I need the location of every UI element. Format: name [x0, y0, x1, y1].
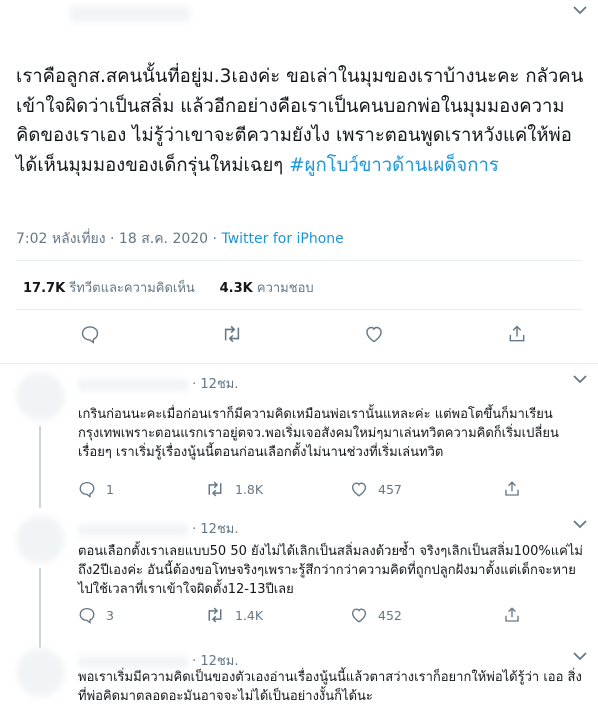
retweet-icon: [208, 607, 222, 623]
chevron-down-icon[interactable]: [568, 514, 592, 534]
tweet-source-link[interactable]: Twitter for iPhone: [221, 231, 343, 247]
like-icon[interactable]: [362, 322, 386, 346]
share-icon[interactable]: [500, 603, 524, 627]
reply-time[interactable]: · 12ชม.: [192, 654, 238, 669]
tweet-stats: 17.7K รีทวีตและความคิดเห็น 4.3K ความชอบ: [23, 277, 314, 298]
reply-author-blurred: [78, 378, 188, 391]
tweet-text: เราคือลูกส.สคนนั้นที่อยู่ม.3เองค่ะ ขอเล่…: [16, 62, 586, 180]
reply-text: ตอนเลือกตั้งเราเลยแบบ50 50 ยังไม่ได้เลิก…: [78, 544, 583, 597]
reply-text: เกรินก่อนนะคะเมื่อก่อนเราก็มีความคิดเหมื…: [78, 407, 559, 460]
reply-icon: [79, 607, 95, 624]
like-count[interactable]: 457: [350, 480, 402, 498]
like-icon: [351, 608, 367, 623]
tweet-timestamp[interactable]: 7:02 หลังเที่ยง · 18 ส.ค. 2020 ·: [16, 231, 221, 247]
reply-header: · 12ชม.: [78, 518, 238, 539]
reply-text: พอเราเริ่มมีความคิดเป็นของตัวเองอ่านเรื่…: [78, 670, 582, 704]
retweet-count[interactable]: 1.4K: [205, 606, 263, 624]
retweet-icon[interactable]: [220, 322, 244, 346]
divider: [16, 260, 582, 261]
reply-icon[interactable]: [78, 322, 102, 346]
avatar[interactable]: [16, 515, 65, 564]
chevron-down-icon[interactable]: [568, 369, 592, 389]
reply-author-blurred: [78, 523, 188, 536]
thread-line: [39, 568, 41, 648]
reply-count[interactable]: 1: [78, 480, 114, 498]
tweet-meta: 7:02 หลังเที่ยง · 18 ส.ค. 2020 · Twitter…: [16, 228, 344, 250]
reply-author-blurred: [78, 655, 188, 668]
hashtag-link[interactable]: #ผูกโบว์ขาวด้านเผด็จการ: [289, 155, 499, 176]
share-icon[interactable]: [500, 477, 524, 501]
share-icon[interactable]: [505, 322, 529, 346]
likes-stat[interactable]: 4.3K ความชอบ: [220, 281, 314, 296]
chevron-down-icon[interactable]: [568, 646, 592, 666]
reply-icon: [79, 481, 95, 498]
like-count[interactable]: 452: [350, 606, 402, 624]
thread-line: [39, 426, 41, 508]
avatar[interactable]: [16, 372, 65, 421]
author-name-blurred: [70, 6, 190, 22]
reply-time[interactable]: · 12ชม.: [192, 377, 238, 392]
avatar[interactable]: [16, 648, 65, 697]
reply-header: · 12ชม.: [78, 373, 238, 394]
retweet-icon: [208, 481, 222, 497]
retweet-count[interactable]: 1.8K: [205, 480, 263, 498]
divider: [0, 363, 598, 364]
reply-time[interactable]: · 12ชม.: [192, 522, 238, 537]
retweets-stat[interactable]: 17.7K รีทวีตและความคิดเห็น: [23, 281, 195, 296]
chevron-down-icon[interactable]: [568, 0, 592, 20]
reply-count[interactable]: 3: [78, 606, 114, 624]
like-icon: [351, 482, 367, 497]
divider: [16, 309, 582, 310]
